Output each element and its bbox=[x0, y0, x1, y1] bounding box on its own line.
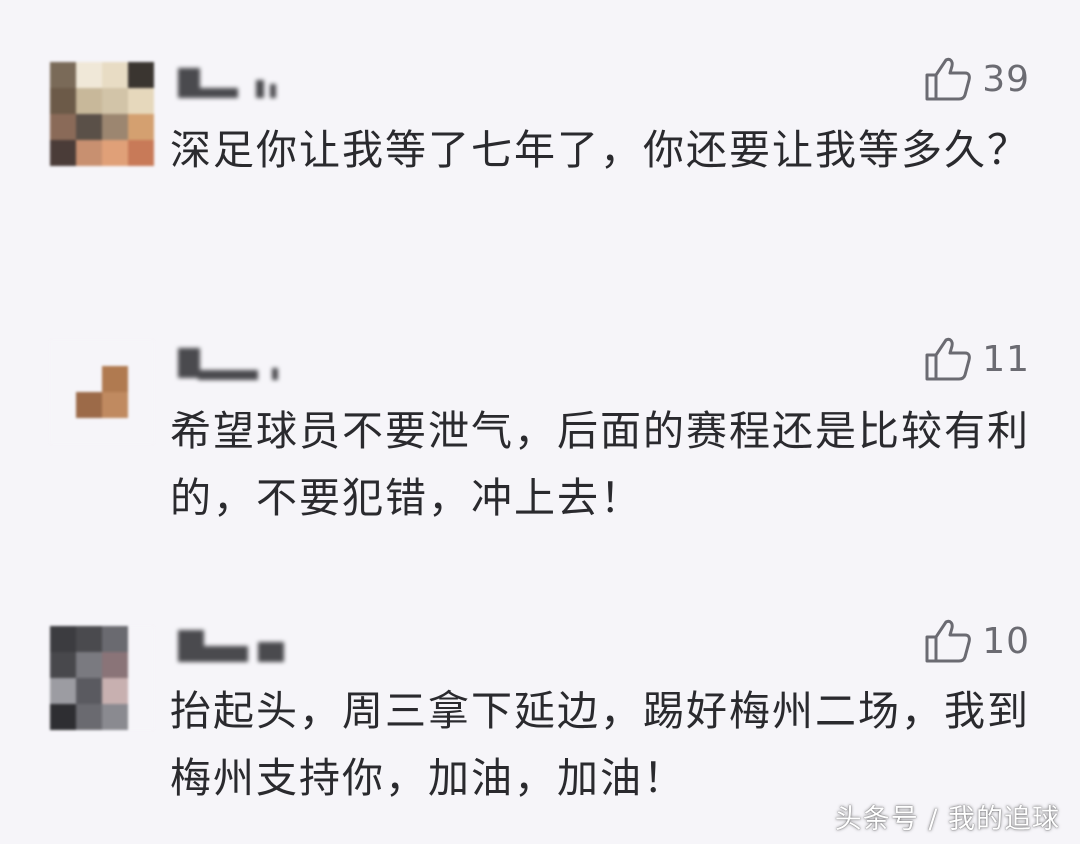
avatar[interactable] bbox=[50, 62, 154, 166]
avatar-pixel bbox=[102, 652, 128, 678]
avatar-pixel bbox=[128, 140, 154, 166]
avatar-pixel bbox=[50, 392, 76, 418]
avatar-pixel bbox=[50, 678, 76, 704]
avatar-pixel bbox=[128, 62, 154, 88]
avatar-pixel bbox=[76, 418, 102, 444]
like-count: 11 bbox=[982, 338, 1030, 380]
avatar-pixel bbox=[76, 626, 102, 652]
avatar-pixel bbox=[50, 704, 76, 730]
avatar-pixel bbox=[76, 678, 102, 704]
thumbs-up-icon bbox=[925, 57, 972, 101]
avatar-pixel bbox=[102, 366, 128, 392]
avatar-pixel bbox=[76, 392, 102, 418]
avatar-pixel bbox=[128, 652, 154, 678]
avatar-pixel bbox=[102, 626, 128, 652]
username-blurred[interactable] bbox=[178, 628, 298, 664]
thumbs-up-icon bbox=[925, 337, 972, 381]
avatar-pixel bbox=[128, 626, 154, 652]
avatar-pixel bbox=[76, 340, 102, 366]
watermark: 头条号 / 我的追球 bbox=[834, 804, 1060, 835]
like-button[interactable]: 11 bbox=[924, 336, 1030, 382]
avatar[interactable] bbox=[50, 340, 154, 444]
avatar-pixel bbox=[76, 88, 102, 114]
avatar-pixel bbox=[128, 704, 154, 730]
avatar-pixel bbox=[50, 418, 76, 444]
avatar-pixel bbox=[50, 652, 76, 678]
avatar-pixel bbox=[50, 366, 76, 392]
avatar-pixel bbox=[102, 140, 128, 166]
avatar-pixel bbox=[50, 88, 76, 114]
avatar-pixel bbox=[50, 62, 76, 88]
avatar-pixel bbox=[128, 88, 154, 114]
avatar-pixel bbox=[102, 678, 128, 704]
like-count: 10 bbox=[982, 620, 1030, 662]
avatar-pixel bbox=[102, 392, 128, 418]
avatar-pixel bbox=[76, 140, 102, 166]
comment-text: 希望球员不要泄气，后面的赛程还是比较有利的，不要犯错，冲上去！ bbox=[170, 407, 1030, 522]
avatar-pixel bbox=[76, 114, 102, 140]
avatar-pixel bbox=[128, 366, 154, 392]
avatar-pixel bbox=[76, 652, 102, 678]
avatar-pixel bbox=[76, 704, 102, 730]
comment-text: 抬起头，周三拿下延边，踢好梅州二场，我到梅州支持你，加油，加油！ bbox=[170, 687, 1030, 802]
avatar-pixel bbox=[128, 418, 154, 444]
username-blurred[interactable] bbox=[178, 346, 298, 382]
avatar-pixel bbox=[50, 626, 76, 652]
avatar-pixel bbox=[128, 392, 154, 418]
avatar-pixel bbox=[76, 366, 102, 392]
avatar-pixel bbox=[128, 678, 154, 704]
like-count: 39 bbox=[982, 58, 1030, 100]
avatar-pixel bbox=[102, 340, 128, 366]
avatar-pixel bbox=[102, 114, 128, 140]
username-blurred[interactable] bbox=[178, 66, 298, 102]
comment-text: 深足你让我等了七年了，你还要让我等多久？ bbox=[170, 126, 1030, 174]
like-button[interactable]: 39 bbox=[924, 56, 1030, 102]
thumbs-up-icon bbox=[925, 619, 972, 663]
avatar[interactable] bbox=[50, 626, 154, 730]
avatar-pixel bbox=[102, 418, 128, 444]
avatar-pixel bbox=[128, 340, 154, 366]
avatar-pixel bbox=[128, 114, 154, 140]
like-button[interactable]: 10 bbox=[924, 618, 1030, 664]
avatar-pixel bbox=[102, 62, 128, 88]
avatar-pixel bbox=[102, 88, 128, 114]
avatar-pixel bbox=[50, 140, 76, 166]
avatar-pixel bbox=[102, 704, 128, 730]
avatar-pixel bbox=[50, 340, 76, 366]
avatar-pixel bbox=[50, 114, 76, 140]
avatar-pixel bbox=[76, 62, 102, 88]
